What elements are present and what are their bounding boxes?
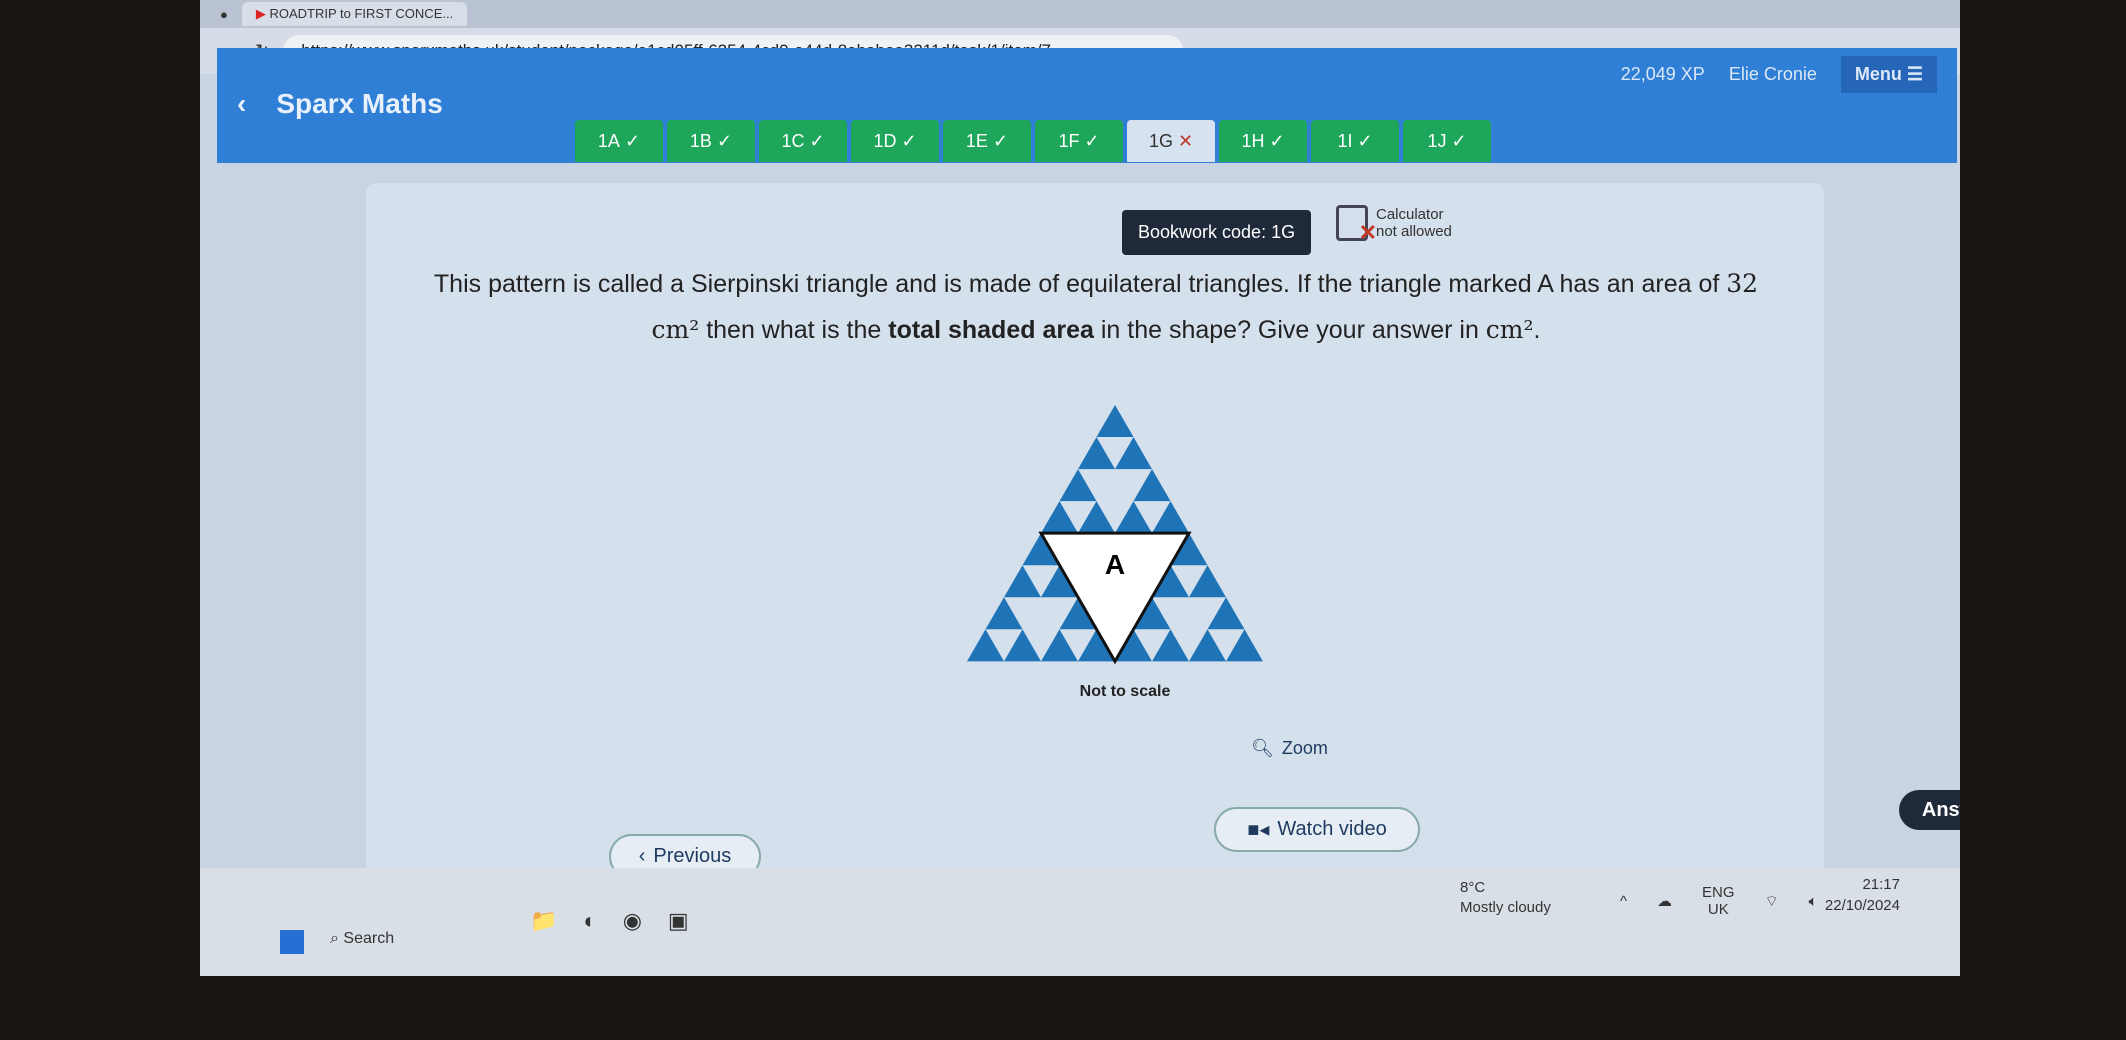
bookwork-code: Bookwork code: 1G xyxy=(1122,210,1312,255)
shaded-triangle xyxy=(1115,501,1152,534)
triangle-a-label: A xyxy=(1105,549,1125,580)
onedrive-icon[interactable]: ☁ xyxy=(1657,892,1672,910)
tab-summary[interactable]: Summary xyxy=(1495,120,1610,162)
sierpinski-triangle-figure: A xyxy=(967,405,1263,665)
browser-tab[interactable]: ▶ ROADTRIP to FIRST CONCE... xyxy=(241,2,468,26)
user-name[interactable]: Elie Cronie xyxy=(1729,64,1817,85)
shaded-triangle xyxy=(1078,437,1115,470)
shaded-triangle xyxy=(1189,565,1226,598)
windows-taskbar: ⌕ Search 📁 ◐ ◉ ▣ 8°C Mostly cloudy ^ ☁ ENG UK… xyxy=(200,868,1960,976)
weather-widget[interactable]: 8°C Mostly cloudy xyxy=(1460,878,1551,917)
shaded-triangle xyxy=(1004,629,1041,662)
watch-video-button[interactable]: ■◂ Watch video xyxy=(1214,807,1420,852)
tab-1d[interactable]: 1D ✓ xyxy=(851,120,939,162)
language-indicator[interactable]: ENG UK xyxy=(1702,884,1735,918)
tab-1b[interactable]: 1B ✓ xyxy=(667,120,755,162)
clock[interactable]: 21:17 22/10/2024 xyxy=(1825,874,1900,916)
tab-title: ROADTRIP to FIRST CONCE... xyxy=(269,6,454,21)
search-icon: ⌕ xyxy=(330,930,339,947)
edge-icon[interactable]: ◐ xyxy=(583,908,596,934)
back-chevron-icon[interactable]: ‹ xyxy=(237,88,246,120)
tab-1g[interactable]: 1G ✕ xyxy=(1127,120,1215,162)
shaded-triangle xyxy=(1059,469,1097,502)
not-to-scale-note: Not to scale xyxy=(1079,683,1171,700)
question-text: This pattern is called a Sierpinski tria… xyxy=(433,269,1759,345)
tab-1h[interactable]: 1H ✓ xyxy=(1219,120,1307,162)
xp-count: 22,049 XP xyxy=(1620,64,1705,84)
shaded-triangle xyxy=(1152,629,1189,662)
tab-1f[interactable]: 1F ✓ xyxy=(1035,120,1123,162)
chevron-left-icon: ‹ xyxy=(638,845,646,867)
tab-1a[interactable]: 1A ✓ xyxy=(575,120,663,162)
answer-button[interactable]: Answer xyxy=(1899,790,1960,830)
task-tabs: 1A ✓ 1B ✓ 1C ✓ 1D ✓ 1E ✓ 1F ✓ 1G ✕ 1H ✓ … xyxy=(575,120,1610,162)
tab-1e[interactable]: 1E ✓ xyxy=(943,120,1031,162)
tab-1i[interactable]: 1I ✓ xyxy=(1311,120,1399,162)
shaded-triangle xyxy=(967,629,1004,662)
app-title: Sparx Maths xyxy=(276,88,443,119)
profile-icon[interactable]: ● xyxy=(220,7,228,22)
tab-1c[interactable]: 1C ✓ xyxy=(759,120,847,162)
magnifier-icon: 🔍︎ xyxy=(1251,738,1274,758)
video-icon: ■◂ xyxy=(1247,819,1270,841)
file-explorer-icon[interactable]: 📁 xyxy=(530,908,557,934)
taskbar-search[interactable]: ⌕ Search xyxy=(330,930,394,948)
windows-start-icon[interactable] xyxy=(280,930,304,954)
shaded-triangle xyxy=(1004,565,1041,598)
browser-tab-bar: ● ▶ ROADTRIP to FIRST CONCE... xyxy=(200,0,1960,28)
store-icon[interactable]: ▣ xyxy=(668,908,689,934)
shaded-triangle xyxy=(1041,629,1078,662)
calculator-status: Calculatornot allowed xyxy=(1336,205,1452,246)
system-tray: ^ ☁ ENG UK ⌔ 🔈︎ xyxy=(1620,884,1818,918)
shaded-triangle xyxy=(1096,405,1134,438)
tab-1j[interactable]: 1J ✓ xyxy=(1403,120,1491,162)
taskbar-apps: 📁 ◐ ◉ ▣ xyxy=(530,908,689,934)
shaded-triangle xyxy=(1078,501,1115,534)
shaded-triangle xyxy=(1189,629,1226,662)
shaded-triangle xyxy=(1115,437,1152,470)
youtube-icon: ▶ xyxy=(255,6,266,21)
volume-icon[interactable]: 🔈︎ xyxy=(1809,893,1818,910)
shaded-triangle xyxy=(985,597,1023,630)
calculator-not-allowed-icon xyxy=(1336,205,1377,246)
shaded-triangle xyxy=(1207,597,1245,630)
screen: ● ▶ ROADTRIP to FIRST CONCE... ← ↻ https… xyxy=(200,0,1960,976)
question-card: Bookwork code: 1G Calculatornot allowed … xyxy=(366,183,1960,895)
shaded-triangle xyxy=(1133,469,1171,502)
wifi-icon[interactable]: ⌔ xyxy=(1765,892,1779,911)
chevron-up-icon[interactable]: ^ xyxy=(1620,893,1627,910)
shaded-triangle xyxy=(1226,629,1263,662)
chrome-icon[interactable]: ◉ xyxy=(623,908,642,934)
zoom-button[interactable]: 🔍︎ Zoom xyxy=(1251,738,1328,759)
shaded-triangle xyxy=(1152,501,1189,534)
shaded-triangle xyxy=(1041,501,1078,534)
menu-button[interactable]: Menu ☰ xyxy=(1840,56,1937,93)
